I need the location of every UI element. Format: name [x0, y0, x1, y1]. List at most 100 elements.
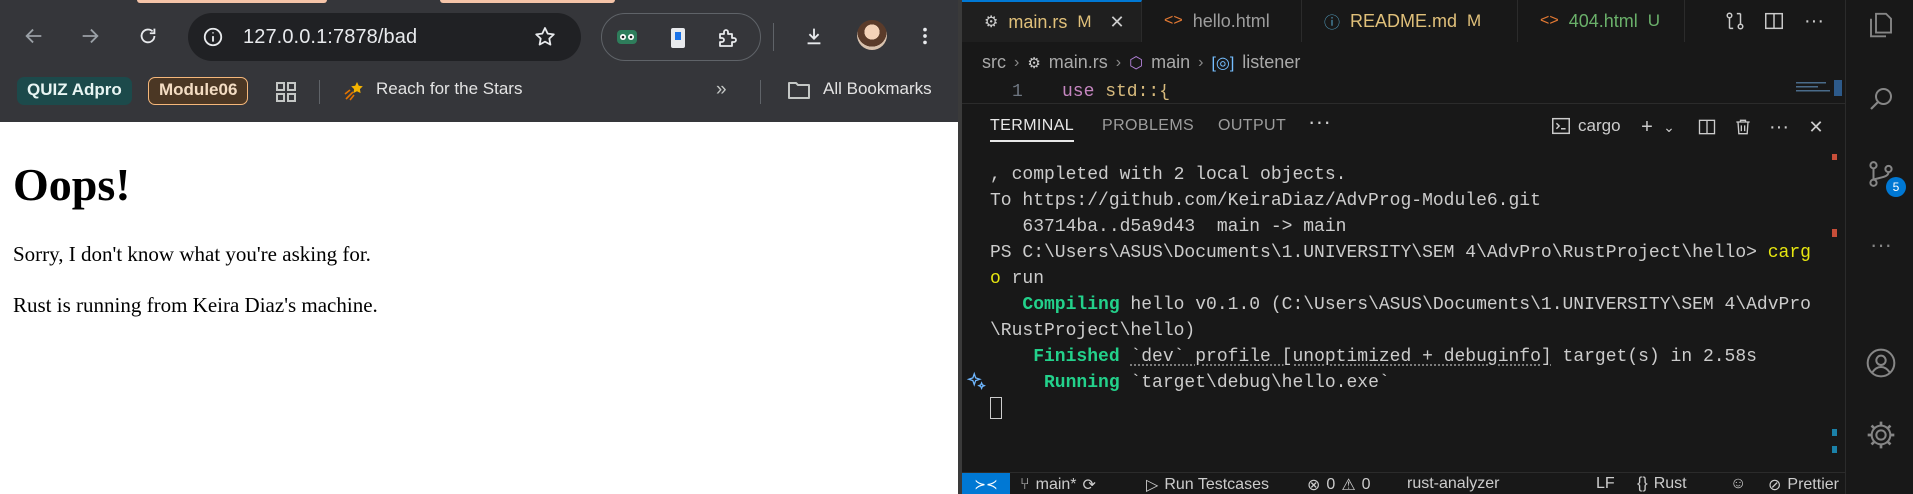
line-number: 1	[1012, 84, 1023, 100]
plus-icon[interactable]: +	[1636, 116, 1658, 138]
more-actions-icon[interactable]: ···	[1768, 116, 1790, 138]
terminal-profile-label: cargo	[1578, 116, 1621, 135]
editor-code-line[interactable]: 1 use std::{	[962, 84, 1842, 100]
search-icon[interactable]	[1864, 82, 1898, 116]
terminal-output[interactable]: , completed with 2 local objects. To htt…	[990, 162, 1830, 422]
run-testcases-button[interactable]: ▷ Run Testcases	[1146, 475, 1269, 494]
bookmarks-overflow-button[interactable]: »	[716, 79, 727, 101]
html-file-icon: <>	[1540, 12, 1559, 29]
url-text[interactable]: 127.0.0.1:7878/bad	[243, 26, 417, 49]
download-icon	[807, 28, 821, 45]
chrome-menu-button[interactable]	[907, 18, 943, 54]
page-paragraph: Rust is running from Keira Diaz's machin…	[13, 293, 378, 317]
web-page-content: Oops! Sorry, I don't know what you're as…	[0, 122, 958, 494]
kebab-menu-icon	[923, 27, 927, 45]
remote-indicator[interactable]: ≻≺	[962, 473, 1010, 494]
panel-more-button[interactable]: ···	[1308, 109, 1331, 135]
trash-icon[interactable]	[1732, 116, 1754, 138]
downloads-button[interactable]	[796, 18, 832, 54]
sparkle-icon[interactable]	[966, 371, 988, 393]
terminal-scrollbar[interactable]	[1826, 154, 1840, 478]
all-bookmarks-button[interactable]: All Bookmarks	[823, 79, 932, 99]
compare-changes-icon[interactable]	[1723, 9, 1747, 33]
tab-label: 404.html	[1568, 10, 1638, 31]
variable-icon: [◎]	[1211, 54, 1235, 72]
breadcrumb-function[interactable]: main	[1151, 52, 1190, 73]
terminal-command: carg	[1767, 243, 1811, 263]
tab-404-html[interactable]: <> 404.html U	[1518, 0, 1685, 42]
explorer-icon[interactable]	[1864, 8, 1898, 42]
branch-name: main*	[1035, 476, 1077, 493]
account-icon[interactable]	[1864, 346, 1898, 380]
terminal-link[interactable]: `dev` profile [unoptimized + debuginfo]	[1130, 347, 1551, 367]
apps-grid-icon[interactable]	[274, 80, 298, 104]
scroll-marker	[1832, 446, 1837, 453]
tab-label: main.rs	[1008, 11, 1068, 32]
address-bar[interactable]: 127.0.0.1:7878/bad	[188, 13, 581, 61]
chevron-down-icon[interactable]: ⌄	[1658, 116, 1680, 138]
breadcrumb-folder[interactable]: src	[982, 52, 1006, 73]
browser-window: 127.0.0.1:7878/bad QUIZ Adpro Module06 R…	[0, 0, 958, 494]
tab-problems[interactable]: PROBLEMS	[1102, 117, 1194, 135]
chevron-right-icon: ›	[1014, 53, 1020, 71]
scroll-marker	[1832, 229, 1837, 237]
tab-terminal[interactable]: TERMINAL	[990, 117, 1075, 142]
tab-strip-hint[interactable]	[137, 0, 327, 3]
bookmark-quiz-adpro[interactable]: QUIZ Adpro	[17, 77, 132, 105]
tab-status: M	[1467, 11, 1482, 30]
shooting-star-icon	[344, 82, 363, 101]
breadcrumb: src › ⚙ main.rs › ⬡ main › [◎] listener	[982, 52, 1300, 73]
bookmark-reach-for-the-stars[interactable]: Reach for the Stars	[376, 79, 522, 99]
toolbar-divider	[773, 23, 774, 51]
close-icon[interactable]: ✕	[1110, 12, 1125, 33]
terminal-line: 63714ba..d5a9d43 main -> main	[990, 217, 1347, 237]
profile-avatar[interactable]	[857, 20, 887, 50]
gear-icon[interactable]	[1864, 418, 1898, 452]
star-icon[interactable]	[533, 25, 557, 49]
extension-icon[interactable]	[665, 25, 691, 51]
folder-icon[interactable]	[787, 79, 811, 101]
copilot-icon[interactable]: ☺	[1730, 475, 1746, 493]
eol-indicator[interactable]: LF	[1596, 475, 1615, 493]
prettier-status[interactable]: ⊘ Prettier	[1768, 475, 1839, 494]
terminal-line: target(s) in 2.58s	[1551, 347, 1757, 367]
warning-icon: ⚠	[1341, 477, 1356, 494]
language-mode[interactable]: {} Rust	[1637, 475, 1687, 493]
html-file-icon: <>	[1164, 12, 1183, 29]
split-terminal-icon[interactable]	[1696, 116, 1718, 138]
tab-strip-hint[interactable]	[440, 0, 615, 3]
puzzle-icon[interactable]	[714, 25, 740, 51]
extension-icon[interactable]	[614, 25, 640, 51]
more-actions-icon[interactable]: ···	[1802, 9, 1826, 33]
close-panel-icon[interactable]: ✕	[1805, 116, 1827, 138]
split-editor-icon[interactable]	[1762, 9, 1786, 33]
problems-indicator[interactable]: ⊗ 0 ⚠ 0	[1307, 475, 1371, 494]
arrow-right-icon	[82, 28, 99, 44]
minimap[interactable]	[1790, 80, 1842, 96]
language-label: Rust	[1653, 475, 1687, 492]
terminal-command: o	[990, 269, 1001, 289]
branch-indicator[interactable]: ⑂ main* ⟳	[1020, 475, 1096, 494]
run-testcases-label: Run Testcases	[1164, 476, 1269, 493]
remote-icon: ≻≺	[974, 475, 998, 492]
back-button[interactable]	[16, 18, 52, 54]
info-icon: ⓘ	[1324, 15, 1341, 32]
tab-output[interactable]: OUTPUT	[1218, 117, 1286, 135]
forward-button[interactable]	[72, 18, 108, 54]
tab-main-rs[interactable]: ⚙ main.rs M ✕	[962, 0, 1142, 42]
terminal-command-args: run	[1000, 269, 1045, 289]
bookmark-module06[interactable]: Module06	[148, 77, 249, 105]
tab-hello-html[interactable]: <> hello.html	[1142, 0, 1302, 42]
breadcrumb-variable[interactable]: listener	[1242, 52, 1300, 73]
breadcrumb-file[interactable]: main.rs	[1049, 52, 1108, 73]
terminal-profile-selector[interactable]: cargo	[1550, 115, 1621, 137]
site-info-icon[interactable]	[202, 26, 224, 48]
reload-button[interactable]	[130, 18, 166, 54]
more-views-icon[interactable]: ···	[1864, 228, 1898, 262]
error-count: 0	[1326, 476, 1336, 493]
play-icon: ▷	[1146, 477, 1159, 494]
terminal-line: , completed with 2 local objects.	[990, 165, 1347, 185]
rust-analyzer-status[interactable]: rust-analyzer	[1407, 475, 1499, 493]
tab-readme-md[interactable]: ⓘ README.md M	[1302, 0, 1518, 42]
terminal-prompt: PS C:\Users\ASUS\Documents\1.UNIVERSITY\…	[990, 243, 1768, 263]
